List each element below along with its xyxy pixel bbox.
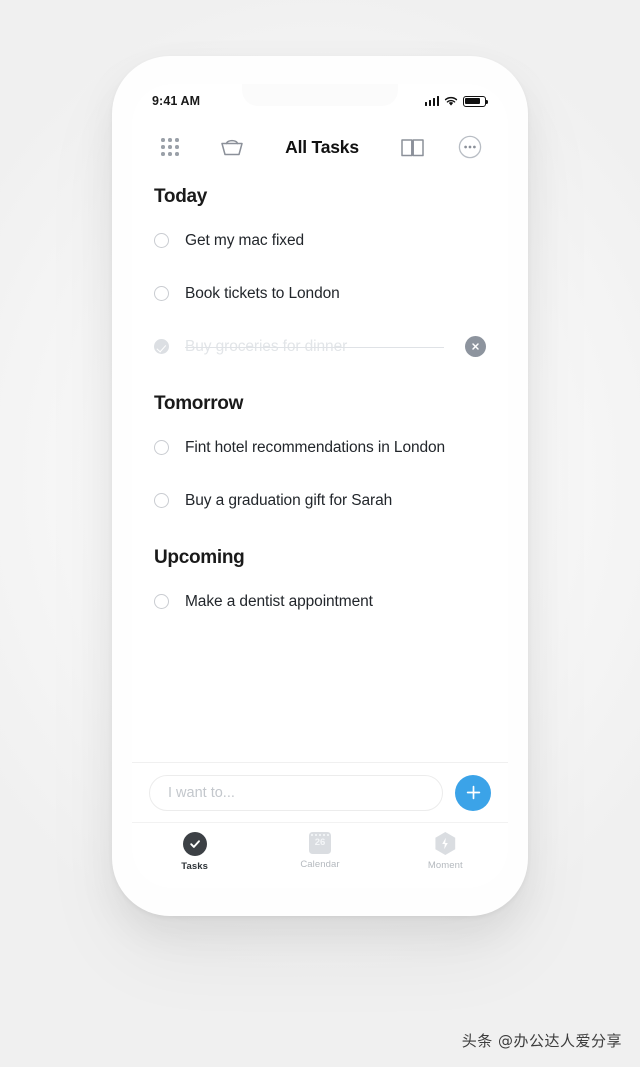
delete-task-button[interactable]: [465, 336, 486, 357]
navbar: All Tasks: [132, 118, 508, 176]
phone-mockup: 9:41 AM All Tasks Today Get my mac fixed…: [112, 56, 528, 916]
add-task-button[interactable]: [455, 774, 491, 811]
tab-tasks[interactable]: Tasks: [132, 832, 257, 872]
task-label: Book tickets to London: [185, 284, 340, 302]
close-icon: [472, 343, 479, 350]
tab-label: Moment: [427, 860, 463, 871]
task-label: Fint hotel recommendations in London: [185, 438, 446, 456]
task-composer: [132, 762, 508, 822]
task-row[interactable]: Buy a graduation gift for Sarah: [154, 474, 486, 527]
task-row[interactable]: Get my mac fixed: [154, 214, 486, 267]
task-section-tomorrow: Tomorrow Fint hotel recommendations in L…: [154, 393, 486, 527]
navbar-left-actions: [153, 130, 249, 164]
tab-bar: Tasks 26 Calendar Moment: [132, 822, 508, 888]
task-checkbox[interactable]: [154, 233, 169, 248]
calendar-icon: 26: [308, 832, 331, 854]
task-checkbox[interactable]: [154, 493, 169, 508]
more-options-icon[interactable]: [453, 130, 487, 164]
status-time: 9:41 AM: [152, 94, 201, 108]
section-title: Tomorrow: [154, 393, 244, 414]
task-checkbox[interactable]: [154, 594, 169, 609]
task-checkbox[interactable]: [154, 440, 169, 455]
task-checkbox[interactable]: [154, 286, 169, 301]
task-section-upcoming: Upcoming Make a dentist appointment: [154, 547, 486, 628]
tab-calendar[interactable]: 26 Calendar: [257, 832, 382, 870]
task-row[interactable]: Fint hotel recommendations in London: [154, 421, 486, 474]
page-title: All Tasks: [285, 136, 359, 157]
basket-icon[interactable]: [215, 130, 249, 164]
new-task-input[interactable]: [149, 774, 443, 811]
tab-label: Calendar: [300, 859, 340, 870]
task-section-today: Today Get my mac fixed Book tickets to L…: [154, 186, 486, 373]
task-row[interactable]: Make a dentist appointment: [154, 575, 486, 628]
task-label: Buy a graduation gift for Sarah: [185, 491, 393, 509]
signal-bars-icon: [424, 96, 439, 106]
section-title: Upcoming: [154, 547, 245, 568]
strikethrough-line: [185, 346, 444, 348]
status-indicators: [424, 95, 489, 107]
tab-moment[interactable]: Moment: [383, 832, 508, 871]
hexagon-bolt-icon: [435, 832, 456, 855]
navbar-right-actions: [395, 130, 487, 164]
watermark: 头条 @办公达人爱分享: [461, 1032, 622, 1050]
battery-icon: [463, 95, 489, 107]
section-title: Today: [154, 186, 208, 207]
status-bar: 9:41 AM: [132, 84, 508, 118]
task-row-completed[interactable]: Buy groceries for dinner: [154, 320, 486, 373]
task-list: Today Get my mac fixed Book tickets to L…: [132, 176, 508, 762]
notch: [242, 84, 398, 106]
calendar-day: 26: [314, 837, 326, 848]
plus-icon: [466, 785, 480, 800]
grid-dots-icon[interactable]: [153, 130, 187, 164]
task-label: Get my mac fixed: [185, 231, 304, 249]
tab-label: Tasks: [181, 861, 209, 872]
phone-screen: 9:41 AM All Tasks Today Get my mac fixed…: [132, 84, 508, 888]
task-label: Make a dentist appointment: [185, 592, 373, 610]
wifi-icon: [444, 96, 458, 106]
check-circle-icon: [182, 832, 207, 856]
open-book-icon[interactable]: [395, 130, 429, 164]
task-checkbox-checked[interactable]: [154, 339, 169, 354]
task-row[interactable]: Book tickets to London: [154, 267, 486, 320]
